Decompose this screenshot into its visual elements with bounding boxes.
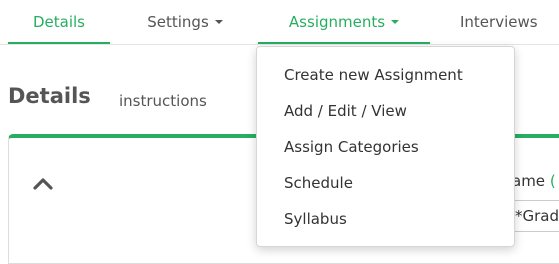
tab-details-label: Details — [32, 13, 85, 31]
caret-down-icon — [391, 20, 400, 24]
tab-settings-label: Settings — [147, 13, 209, 31]
menu-item-add-edit-view[interactable]: Add / Edit / View — [257, 93, 514, 129]
tab-settings[interactable]: Settings — [130, 0, 240, 44]
tab-assignments-label: Assignments — [288, 13, 386, 31]
tab-details[interactable]: Details — [8, 0, 110, 44]
assignments-dropdown-menu: Create new Assignment Add / Edit / View … — [256, 46, 515, 247]
field-label-text: ame — [512, 172, 546, 190]
caret-down-icon — [214, 20, 223, 24]
chevron-up-icon[interactable] — [33, 176, 53, 190]
field-label: ame ( — [512, 172, 556, 190]
menu-item-create-assignment[interactable]: Create new Assignment — [257, 57, 514, 93]
menu-item-schedule[interactable]: Schedule — [257, 165, 514, 201]
menu-item-syllabus[interactable]: Syllabus — [257, 201, 514, 237]
instructions-link[interactable]: instructions — [119, 92, 207, 110]
tab-assignments[interactable]: Assignments — [258, 0, 430, 44]
required-mark: ( — [549, 172, 556, 190]
top-tab-bar: Details Settings Assignments Interviews — [0, 0, 559, 45]
tab-interviews[interactable]: Interviews — [448, 0, 559, 44]
tab-interviews-label: Interviews — [460, 13, 538, 31]
menu-item-assign-categories[interactable]: Assign Categories — [257, 129, 514, 165]
page-title: Details — [8, 84, 91, 108]
